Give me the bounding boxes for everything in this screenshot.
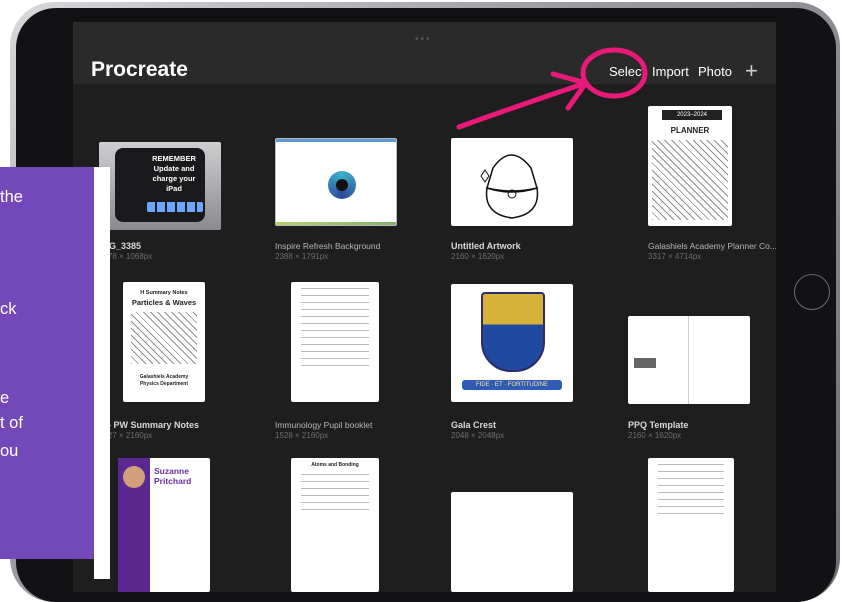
overlay-text-line: ck	[0, 300, 17, 318]
overlay-text-line: t of	[0, 414, 23, 432]
overlay-text-line: e	[0, 389, 10, 407]
overlay-text-line: ou	[0, 442, 19, 460]
overlay-text-line: the	[0, 188, 23, 206]
overlay-edge	[94, 167, 110, 579]
annotation-arrow-icon	[456, 47, 648, 130]
slide-overlay-panel: the ck e t of ou	[0, 167, 94, 559]
